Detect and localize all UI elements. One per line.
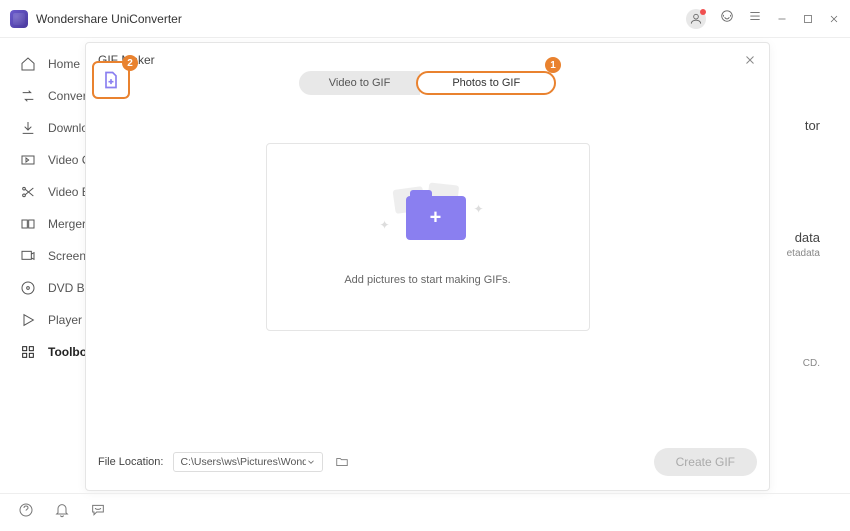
converter-icon [20,88,36,104]
close-icon [744,54,756,66]
feedback-icon [90,502,106,518]
bg-text-fragment: tor [805,118,820,133]
download-icon [20,120,36,136]
mode-tabs: Video to GIF Photos to GIF [86,71,769,95]
file-location-dropdown[interactable]: C:\Users\ws\Pictures\Wonders [173,452,323,472]
sidebar-item-label: Home [48,57,80,71]
home-icon [20,56,36,72]
chevron-down-icon [306,457,316,467]
gif-maker-modal: GIF Maker 2 1 Video to GIF Photos to GIF… [85,42,770,491]
feedback-button[interactable] [90,502,106,523]
compressor-icon [20,152,36,168]
disc-icon [20,280,36,296]
dropzone-text: Add pictures to start making GIFs. [344,274,510,286]
callout-badge-2: 2 [122,55,138,71]
play-icon [20,312,36,328]
toolbox-icon [20,344,36,360]
folder-icon [335,455,349,469]
bg-text-fragment: etadata [787,248,820,259]
callout-badge-1: 1 [545,57,561,73]
modal-close-button[interactable] [741,51,759,69]
file-location-value: C:\Users\ws\Pictures\Wonders [180,456,306,468]
sidebar-item-label: Merger [48,217,86,231]
bg-text-fragment: data [795,230,820,245]
maximize-button[interactable] [802,13,814,25]
add-file-icon [101,70,121,90]
help-icon [18,502,34,518]
record-icon [20,248,36,264]
tab-photos-to-gif[interactable]: Photos to GIF [416,71,556,95]
merger-icon [20,216,36,232]
menu-icon[interactable] [748,9,762,28]
notification-dot-icon [700,9,706,15]
folder-plus-icon: + [406,196,466,240]
help-button[interactable] [18,502,34,523]
create-gif-button[interactable]: Create GIF [654,448,757,476]
bg-text-fragment: CD. [803,358,820,369]
app-title: Wondershare UniConverter [36,12,686,26]
statusbar [0,493,850,531]
app-logo-icon [10,10,28,28]
support-icon[interactable] [720,9,734,28]
sidebar-item-label: Player [48,313,82,327]
tab-video-to-gif[interactable]: Video to GIF [299,71,421,95]
bell-icon [54,502,70,518]
dropzone[interactable]: + ✦ ✦ Add pictures to start making GIFs. [266,143,590,331]
modal-footer: File Location: C:\Users\ws\Pictures\Wond… [98,448,757,476]
dropzone-illustration: + ✦ ✦ [388,188,468,248]
close-button[interactable] [828,13,840,25]
file-location-label: File Location: [98,456,163,468]
notifications-button[interactable] [54,502,70,523]
open-folder-button[interactable] [333,454,351,470]
minimize-button[interactable] [776,13,788,25]
scissors-icon [20,184,36,200]
account-icon[interactable] [686,9,706,29]
titlebar: Wondershare UniConverter [0,0,850,38]
